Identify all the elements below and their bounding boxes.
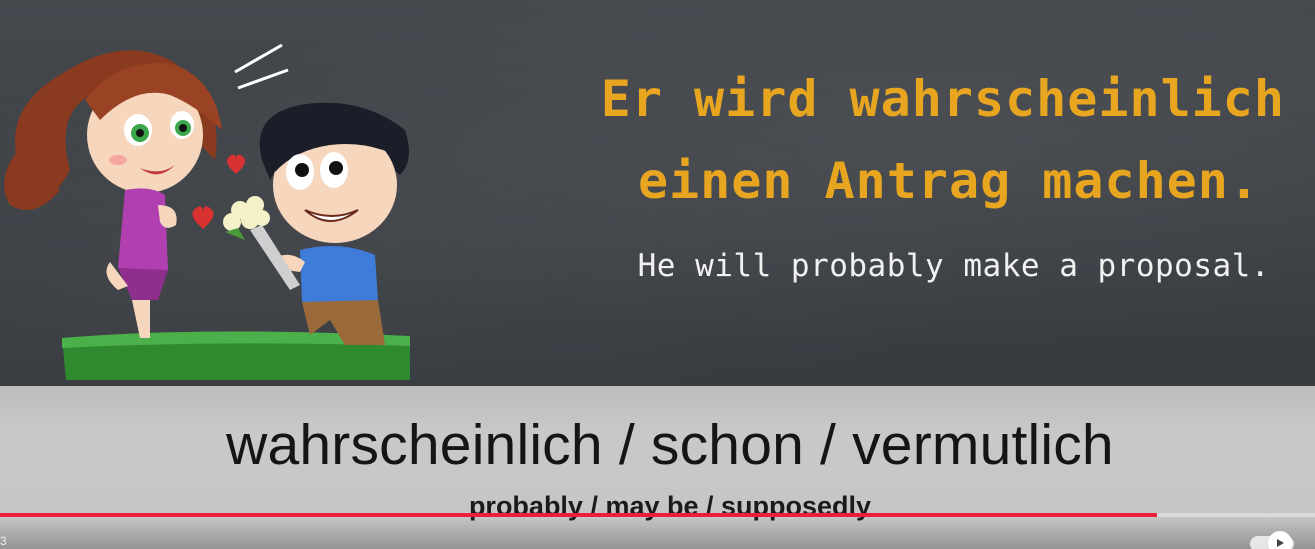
couple-proposal-illustration bbox=[4, 43, 410, 380]
video-player[interactable]: Er wird wahrscheinlich einen Antrag mach… bbox=[0, 0, 1315, 549]
german-sentence-line-2: einen Antrag machen. bbox=[637, 152, 1260, 210]
controls-gradient bbox=[0, 517, 1315, 549]
vocabulary-caption: wahrscheinlich / schon / vermutlich bbox=[226, 413, 1114, 477]
play-icon bbox=[1277, 539, 1284, 547]
progress-bar[interactable] bbox=[0, 513, 1315, 517]
english-translation: He will probably make a proposal. bbox=[637, 248, 1270, 284]
time-display: 3 bbox=[0, 534, 7, 548]
autoplay-knob[interactable] bbox=[1268, 531, 1292, 549]
german-sentence-line-1: Er wird wahrscheinlich bbox=[600, 70, 1285, 128]
progress-bar-played bbox=[0, 513, 1158, 517]
